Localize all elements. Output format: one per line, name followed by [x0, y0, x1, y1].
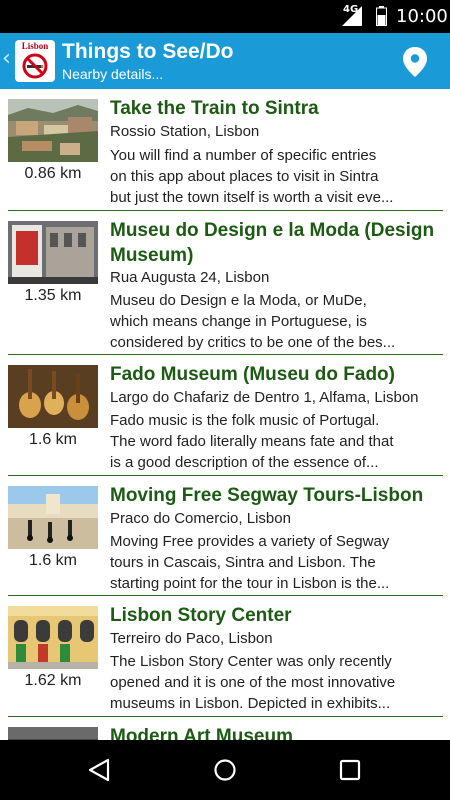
- item-description: The Lisbon Story Center was only recentl…: [110, 653, 396, 712]
- logo-text: Lisbon: [21, 41, 49, 51]
- list-item[interactable]: Lisbon Story Center Terreiro do Paco, Li…: [8, 596, 443, 717]
- item-description: Moving Free provides a variety of Segway…: [110, 533, 390, 592]
- sintra-thumbnail: [8, 99, 98, 162]
- item-description: Museu do Design e la Moda, or MuDe, whic…: [110, 292, 396, 351]
- item-description: Fado music is the folk music of Portugal…: [110, 412, 394, 471]
- back-nav-icon[interactable]: [87, 758, 111, 782]
- no-smoking-icon: [22, 53, 48, 79]
- item-description: You will find a number of specific entri…: [110, 147, 394, 206]
- back-chevron-icon[interactable]: ‹: [2, 46, 11, 71]
- item-distance: 1.6 km: [28, 552, 77, 569]
- segway-tour-thumbnail: [8, 486, 98, 549]
- item-address: Largo do Chafariz de Dentro 1, Alfama, L…: [110, 389, 419, 406]
- item-name: Moving Free Segway Tours-Lisbon: [110, 485, 424, 506]
- list-item[interactable]: Fado Museum (Museu do Fado) Largo do Cha…: [8, 355, 443, 476]
- recents-nav-icon[interactable]: [339, 759, 361, 781]
- design-museum-thumbnail: [8, 221, 98, 284]
- item-distance: 1.35 km: [24, 287, 82, 304]
- item-name: Museu do Design e la Moda (Design Museum…: [110, 220, 435, 266]
- map-pin-icon[interactable]: [402, 47, 428, 77]
- clock: 10:00: [396, 6, 448, 27]
- list-item[interactable]: Museu do Design e la Moda (Design Museum…: [8, 211, 443, 355]
- page-subtitle: Nearby details...: [62, 66, 164, 82]
- navigation-bar: [0, 740, 450, 800]
- item-address: Rossio Station, Lisbon: [110, 123, 260, 140]
- page-title: Things to See/Do: [62, 40, 234, 63]
- app-logo[interactable]: Lisbon: [15, 40, 55, 82]
- list-item[interactable]: Modern Art Museum: [8, 717, 443, 740]
- list-item[interactable]: Moving Free Segway Tours-Lisbon Praco do…: [8, 476, 443, 596]
- app-bar: ‹ Lisbon Things to See/Do Nearby details…: [0, 33, 450, 89]
- item-name: Take the Train to Sintra: [110, 98, 319, 119]
- places-list: Take the Train to Sintra Rossio Station,…: [0, 89, 450, 740]
- item-name: Fado Museum (Museu do Fado): [110, 364, 395, 385]
- network-type: 4G: [343, 4, 359, 15]
- item-address: Terreiro do Paco, Lisbon: [110, 630, 273, 647]
- battery-icon: [376, 6, 387, 26]
- item-distance: 1.6 km: [28, 431, 77, 448]
- modern-art-thumbnail: [8, 727, 98, 740]
- item-address: Rua Augusta 24, Lisbon: [110, 269, 270, 286]
- item-name: Modern Art Museum: [110, 726, 293, 740]
- item-address: Praco do Comercio, Lisbon: [110, 510, 291, 527]
- story-center-thumbnail: [8, 606, 98, 669]
- status-bar: 4G 10:00: [0, 0, 450, 33]
- item-distance: 0.86 km: [24, 165, 82, 182]
- item-name: Lisbon Story Center: [110, 605, 292, 626]
- list-item[interactable]: Take the Train to Sintra Rossio Station,…: [8, 89, 443, 211]
- item-distance: 1.62 km: [24, 672, 82, 689]
- fado-museum-thumbnail: [8, 365, 98, 428]
- home-nav-icon[interactable]: [213, 758, 237, 782]
